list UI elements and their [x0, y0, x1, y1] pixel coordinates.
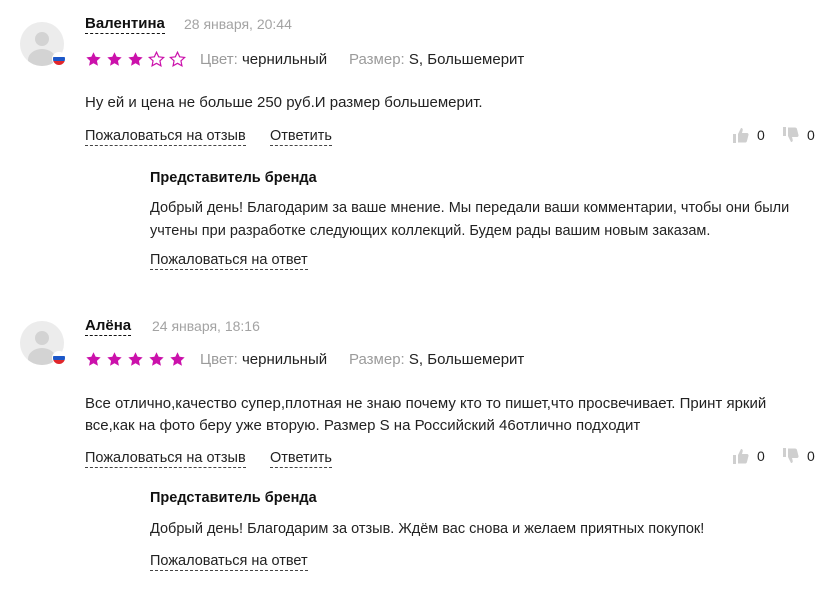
- complain-review-link[interactable]: Пожаловаться на отзыв: [85, 449, 246, 468]
- size-attribute: Размер: S, Большемерит: [349, 51, 525, 68]
- review-text: Все отлично,качество супер,плотная не зн…: [85, 395, 767, 434]
- complain-answer-link[interactable]: Пожаловаться на ответ: [150, 251, 308, 270]
- like-button[interactable]: 0: [731, 125, 765, 145]
- avatar: [20, 22, 66, 66]
- reply-link[interactable]: Ответить: [270, 127, 332, 146]
- brand-rep-title: Представитель бренда: [150, 490, 317, 506]
- color-attribute: Цвет: чернильный: [200, 351, 328, 368]
- brand-rep-title: Представитель бренда: [150, 170, 317, 186]
- thumbs-down-icon: [783, 448, 799, 463]
- size-attribute: Размер: S, Большемерит: [349, 351, 525, 368]
- dislike-button[interactable]: 0: [781, 446, 815, 466]
- rating-stars: [85, 51, 186, 69]
- reply-link[interactable]: Ответить: [270, 449, 332, 468]
- star-filled-icon: [170, 352, 185, 366]
- dislike-count: 0: [807, 448, 815, 464]
- review-date: 28 января, 20:44: [184, 16, 292, 32]
- russia-flag-icon: [52, 351, 66, 365]
- star-filled-icon: [107, 352, 122, 366]
- like-button[interactable]: 0: [731, 446, 765, 466]
- star-empty-icon: [169, 51, 186, 67]
- review-text: Ну ей и цена не больше 250 руб.И размер …: [85, 94, 483, 111]
- star-empty-icon: [148, 51, 165, 67]
- review-date: 24 января, 18:16: [152, 318, 260, 334]
- star-filled-icon: [107, 52, 122, 66]
- like-count: 0: [757, 448, 765, 464]
- star-filled-icon: [86, 352, 101, 366]
- thumbs-down-icon: [783, 127, 799, 142]
- avatar: [20, 321, 66, 365]
- rating-stars: [85, 351, 186, 369]
- complain-answer-link[interactable]: Пожаловаться на ответ: [150, 552, 308, 571]
- russia-flag-icon: [52, 52, 66, 66]
- star-filled-icon: [149, 352, 164, 366]
- brand-reply-text: Добрый день! Благодарим за отзыв. Ждём в…: [150, 521, 705, 537]
- star-filled-icon: [128, 352, 143, 366]
- star-filled-icon: [86, 52, 101, 66]
- author-name[interactable]: Алёна: [85, 317, 132, 336]
- dislike-button[interactable]: 0: [781, 125, 815, 145]
- color-attribute: Цвет: чернильный: [200, 51, 328, 68]
- dislike-count: 0: [807, 127, 815, 143]
- brand-reply-text: Добрый день! Благодарим за ваше мнение. …: [150, 200, 790, 239]
- author-name[interactable]: Валентина: [85, 15, 165, 34]
- star-filled-icon: [128, 52, 143, 66]
- thumbs-up-icon: [733, 449, 749, 464]
- complain-review-link[interactable]: Пожаловаться на отзыв: [85, 127, 246, 146]
- like-count: 0: [757, 127, 765, 143]
- thumbs-up-icon: [733, 128, 749, 143]
